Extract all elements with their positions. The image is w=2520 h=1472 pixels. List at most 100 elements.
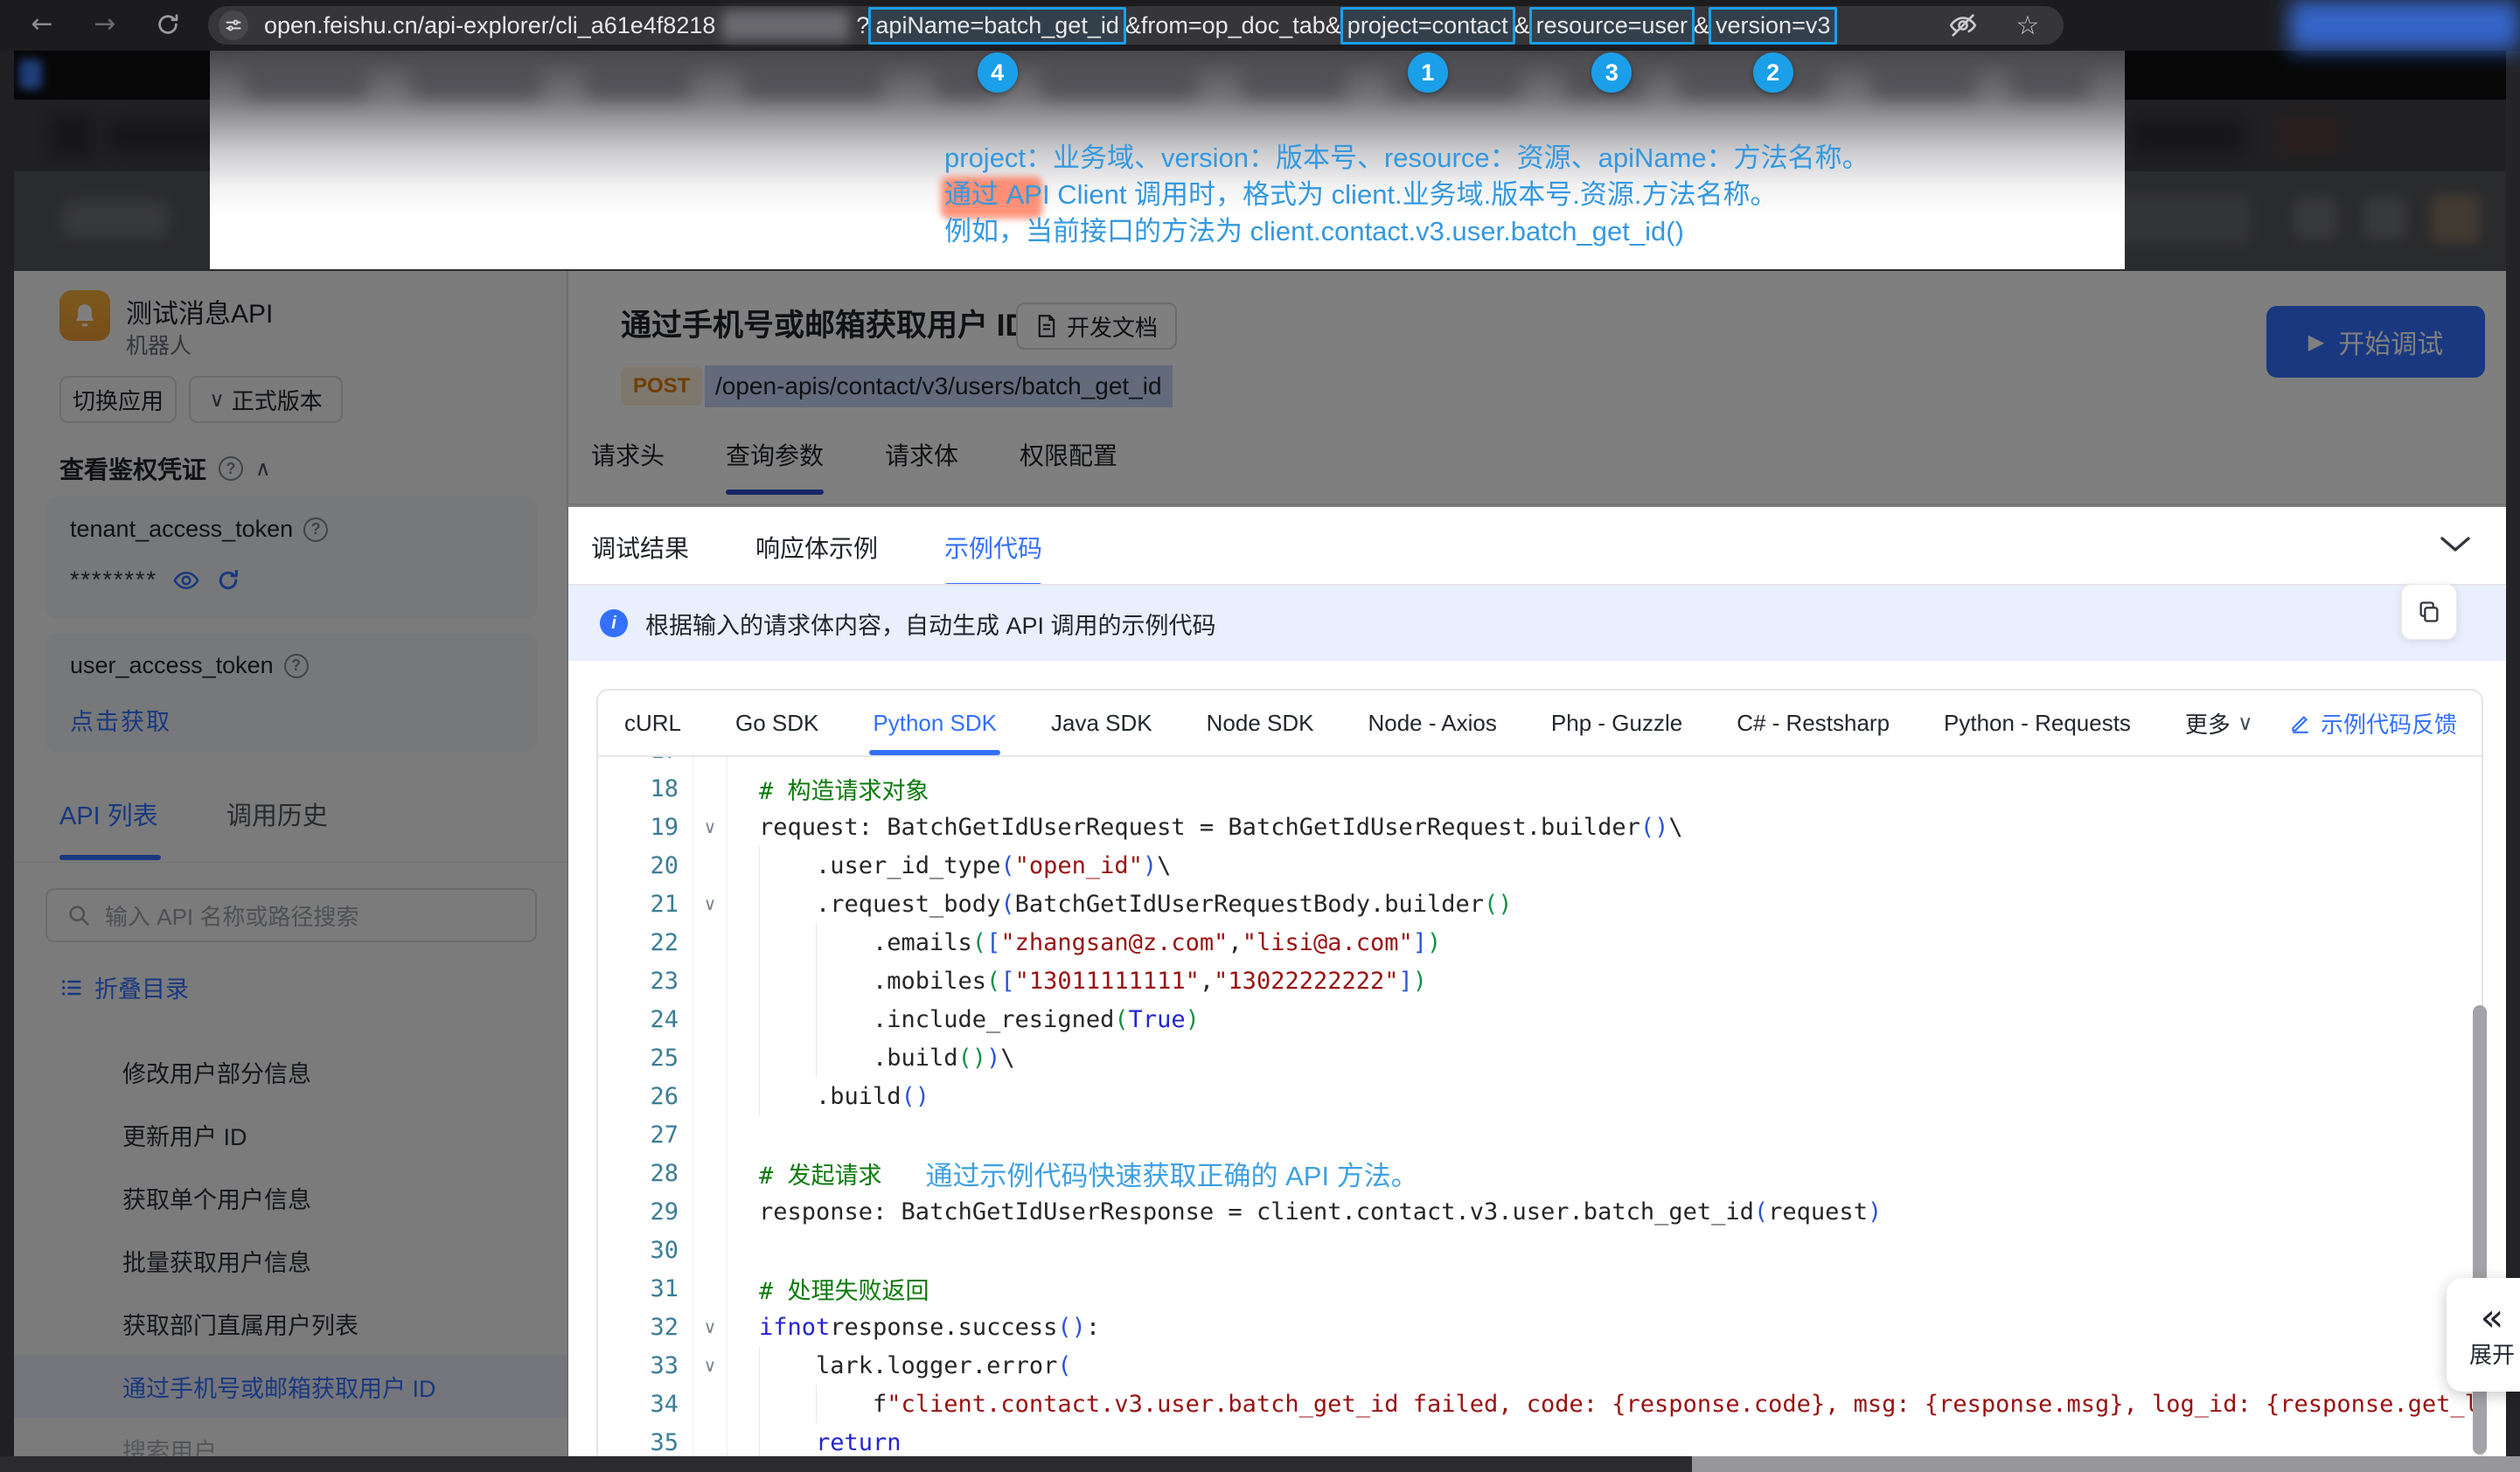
indent-guide — [816, 1385, 873, 1423]
blurred-content — [1242, 58, 1347, 98]
code-token: return — [816, 1429, 901, 1456]
code-token: .include_resigned — [873, 1006, 1114, 1033]
code-token: \ — [1000, 1045, 1014, 1072]
browser-back-button[interactable]: ← — [24, 7, 59, 42]
indent-guide — [759, 1346, 816, 1385]
code-token: "client.contact.v3.user.batch_get_id fai… — [887, 1391, 2482, 1418]
code-token: ) — [1427, 929, 1441, 956]
browser-toolbar: ← → open.feishu.cn/api-explorer/cli_a61e… — [0, 0, 2520, 51]
code-text: response: BatchGetIdUserResponse = clien… — [727, 1198, 1882, 1226]
fold-icon[interactable]: ∨ — [693, 1346, 727, 1385]
password-hidden-icon[interactable] — [1948, 10, 1978, 40]
line-number: 35 — [598, 1429, 693, 1456]
sdk-tab[interactable]: 更多 ∨ — [2185, 691, 2253, 755]
code-token: ( — [1000, 852, 1014, 879]
code-text: .mobiles(["13011111111", "13022222222"]) — [727, 962, 1427, 1000]
sdk-tab[interactable]: Node SDK — [1207, 691, 1314, 755]
expand-panel-button[interactable]: « 展开 — [2447, 1278, 2520, 1392]
line-number: 23 — [598, 968, 693, 995]
code-line: 35 return — [598, 1423, 2482, 1458]
fold-gutter — [693, 757, 727, 769]
tab-label: 响应体示例 — [755, 535, 878, 562]
tab-label: Php - Guzzle — [1551, 710, 1682, 737]
code-text: .user_id_type("open_id") \ — [727, 846, 1171, 885]
code-token: ( — [1057, 1352, 1071, 1379]
url-params: ?apiName=batch_get_id&from=op_doc_tab&pr… — [856, 7, 1836, 45]
indent-guide — [759, 846, 816, 885]
tour-annotation-line: 通过 API Client 调用时，格式为 client.业务域.版本号.资源.… — [944, 177, 1778, 213]
code-line: 27 — [598, 1115, 2482, 1154]
fold-gutter — [693, 1038, 727, 1077]
fold-icon[interactable]: ∨ — [693, 885, 727, 923]
browser-refresh-button[interactable] — [150, 7, 185, 42]
url-redacted-segment — [722, 10, 849, 40]
result-tab[interactable]: 示例代码 — [944, 530, 1042, 589]
sdk-tab[interactable]: Node - Axios — [1368, 691, 1496, 755]
code-token: [ — [1000, 968, 1014, 995]
sdk-tab[interactable]: cURL — [624, 691, 681, 755]
sdk-tab[interactable]: C# - Restsharp — [1737, 691, 1890, 755]
url-param-highlight: project=contact — [1340, 7, 1515, 45]
result-tab[interactable]: 调试结果 — [591, 530, 689, 589]
code-line: 20.user_id_type("open_id") \ — [598, 846, 2482, 885]
fold-gutter — [693, 923, 727, 962]
sdk-tab[interactable]: Php - Guzzle — [1551, 691, 1682, 755]
address-bar[interactable]: open.feishu.cn/api-explorer/cli_a61e4f82… — [208, 6, 2064, 45]
sdk-tab[interactable]: Python - Requests — [1944, 691, 2131, 755]
browser-forward-button[interactable]: → — [87, 7, 122, 42]
code-token: .request_body — [816, 891, 1000, 918]
copy-code-button[interactable] — [2401, 584, 2457, 640]
code-token: response: BatchGetIdUserResponse = clien… — [759, 1198, 1754, 1226]
indent-guide — [759, 1000, 816, 1038]
code-text: lark.logger.error( — [727, 1346, 1072, 1385]
sdk-tab[interactable]: Python SDK — [873, 691, 997, 755]
sdk-tab[interactable]: Java SDK — [1051, 691, 1152, 755]
fold-icon[interactable]: ∨ — [693, 808, 727, 846]
line-number: 25 — [598, 1045, 693, 1072]
horizontal-scrollbar-track[interactable] — [1692, 1456, 2520, 1472]
url-param-highlight: version=v3 — [1709, 7, 1837, 45]
site-settings-icon[interactable] — [219, 10, 248, 40]
info-icon: i — [600, 609, 628, 637]
code-line: 21∨.request_body(BatchGetIdUserRequestBo… — [598, 885, 2482, 923]
code-line: 25 .build()) \ — [598, 1038, 2482, 1077]
fold-icon[interactable]: ∨ — [693, 1308, 727, 1346]
code-text: .build()) \ — [727, 1038, 1015, 1077]
code-line: 34 f"client.contact.v3.user.batch_get_id … — [598, 1385, 2482, 1423]
code-token: () — [958, 1045, 987, 1072]
code-token: .mobiles — [873, 968, 986, 995]
tab-label: cURL — [624, 710, 681, 737]
blurred-content — [2011, 58, 2090, 98]
code-token: ) — [1413, 968, 1427, 995]
screen: 测试消息API 机器人 切换应用 ∨正式版本 查看鉴权凭证 ? ∧ tenant… — [0, 0, 2520, 1472]
sdk-tab[interactable]: Go SDK — [735, 691, 818, 755]
code-token: , — [1200, 968, 1214, 995]
line-number: 30 — [598, 1237, 693, 1264]
code-token: ( — [986, 968, 1000, 995]
code-token: () — [1640, 814, 1669, 841]
tab-label: 示例代码 — [944, 535, 1042, 562]
result-panel-tabs: 调试结果 响应体示例 示例代码 — [591, 530, 1042, 589]
line-number: 34 — [598, 1391, 693, 1418]
indent-guide — [759, 962, 816, 1000]
code-token: not — [788, 1314, 831, 1341]
code-token: True — [1129, 1006, 1186, 1033]
code-line: 29response: BatchGetIdUserResponse = cli… — [598, 1192, 2482, 1231]
code-editor[interactable]: 1718# 构造请求对象19∨request: BatchGetIdUserRe… — [598, 757, 2482, 1458]
bookmark-star-icon[interactable]: ☆ — [2013, 10, 2043, 40]
code-line: 19∨request: BatchGetIdUserRequest = Batc… — [598, 808, 2482, 846]
result-tab[interactable]: 响应体示例 — [755, 530, 878, 589]
info-text: 根据输入的请求体内容，自动生成 API 调用的示例代码 — [645, 607, 1216, 641]
collapse-panel-icon[interactable] — [2440, 531, 2471, 558]
code-feedback-link[interactable]: 示例代码反馈 — [2289, 691, 2457, 755]
chevron-down-icon: ∨ — [2238, 711, 2253, 735]
double-chevron-left-icon: « — [2481, 1301, 2504, 1336]
code-token: \ — [1668, 814, 1682, 841]
line-number: 28 — [598, 1160, 693, 1187]
code-line: 28# 发起请求通过示例代码快速获取正确的 API 方法。 — [598, 1154, 2482, 1192]
code-text: f"client.contact.v3.user.batch_get_id fa… — [727, 1385, 2482, 1423]
line-number: 21 — [598, 891, 693, 918]
indent-guide — [816, 1038, 873, 1077]
code-text: # 处理失败返回 — [727, 1272, 929, 1306]
tab-label: 更多 — [2185, 707, 2231, 739]
